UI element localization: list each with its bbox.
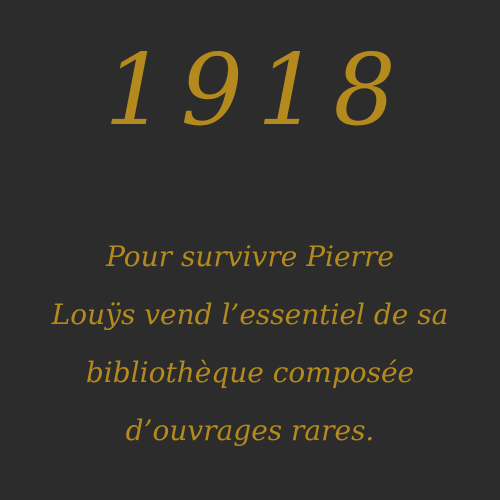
- event-description: Pour survivre Pierre Louÿs vend l’essent…: [40, 228, 460, 460]
- timeline-card: 1918 Pour survivre Pierre Louÿs vend l’e…: [0, 0, 500, 500]
- description-line: d’ouvrages rares.: [125, 414, 375, 447]
- description-line: Louÿs vend l’essentiel de sa: [51, 298, 449, 331]
- year-heading: 1918: [104, 34, 410, 148]
- description-line: Pour survivre Pierre: [106, 240, 394, 273]
- description-line: bibliothèque composée: [85, 356, 415, 389]
